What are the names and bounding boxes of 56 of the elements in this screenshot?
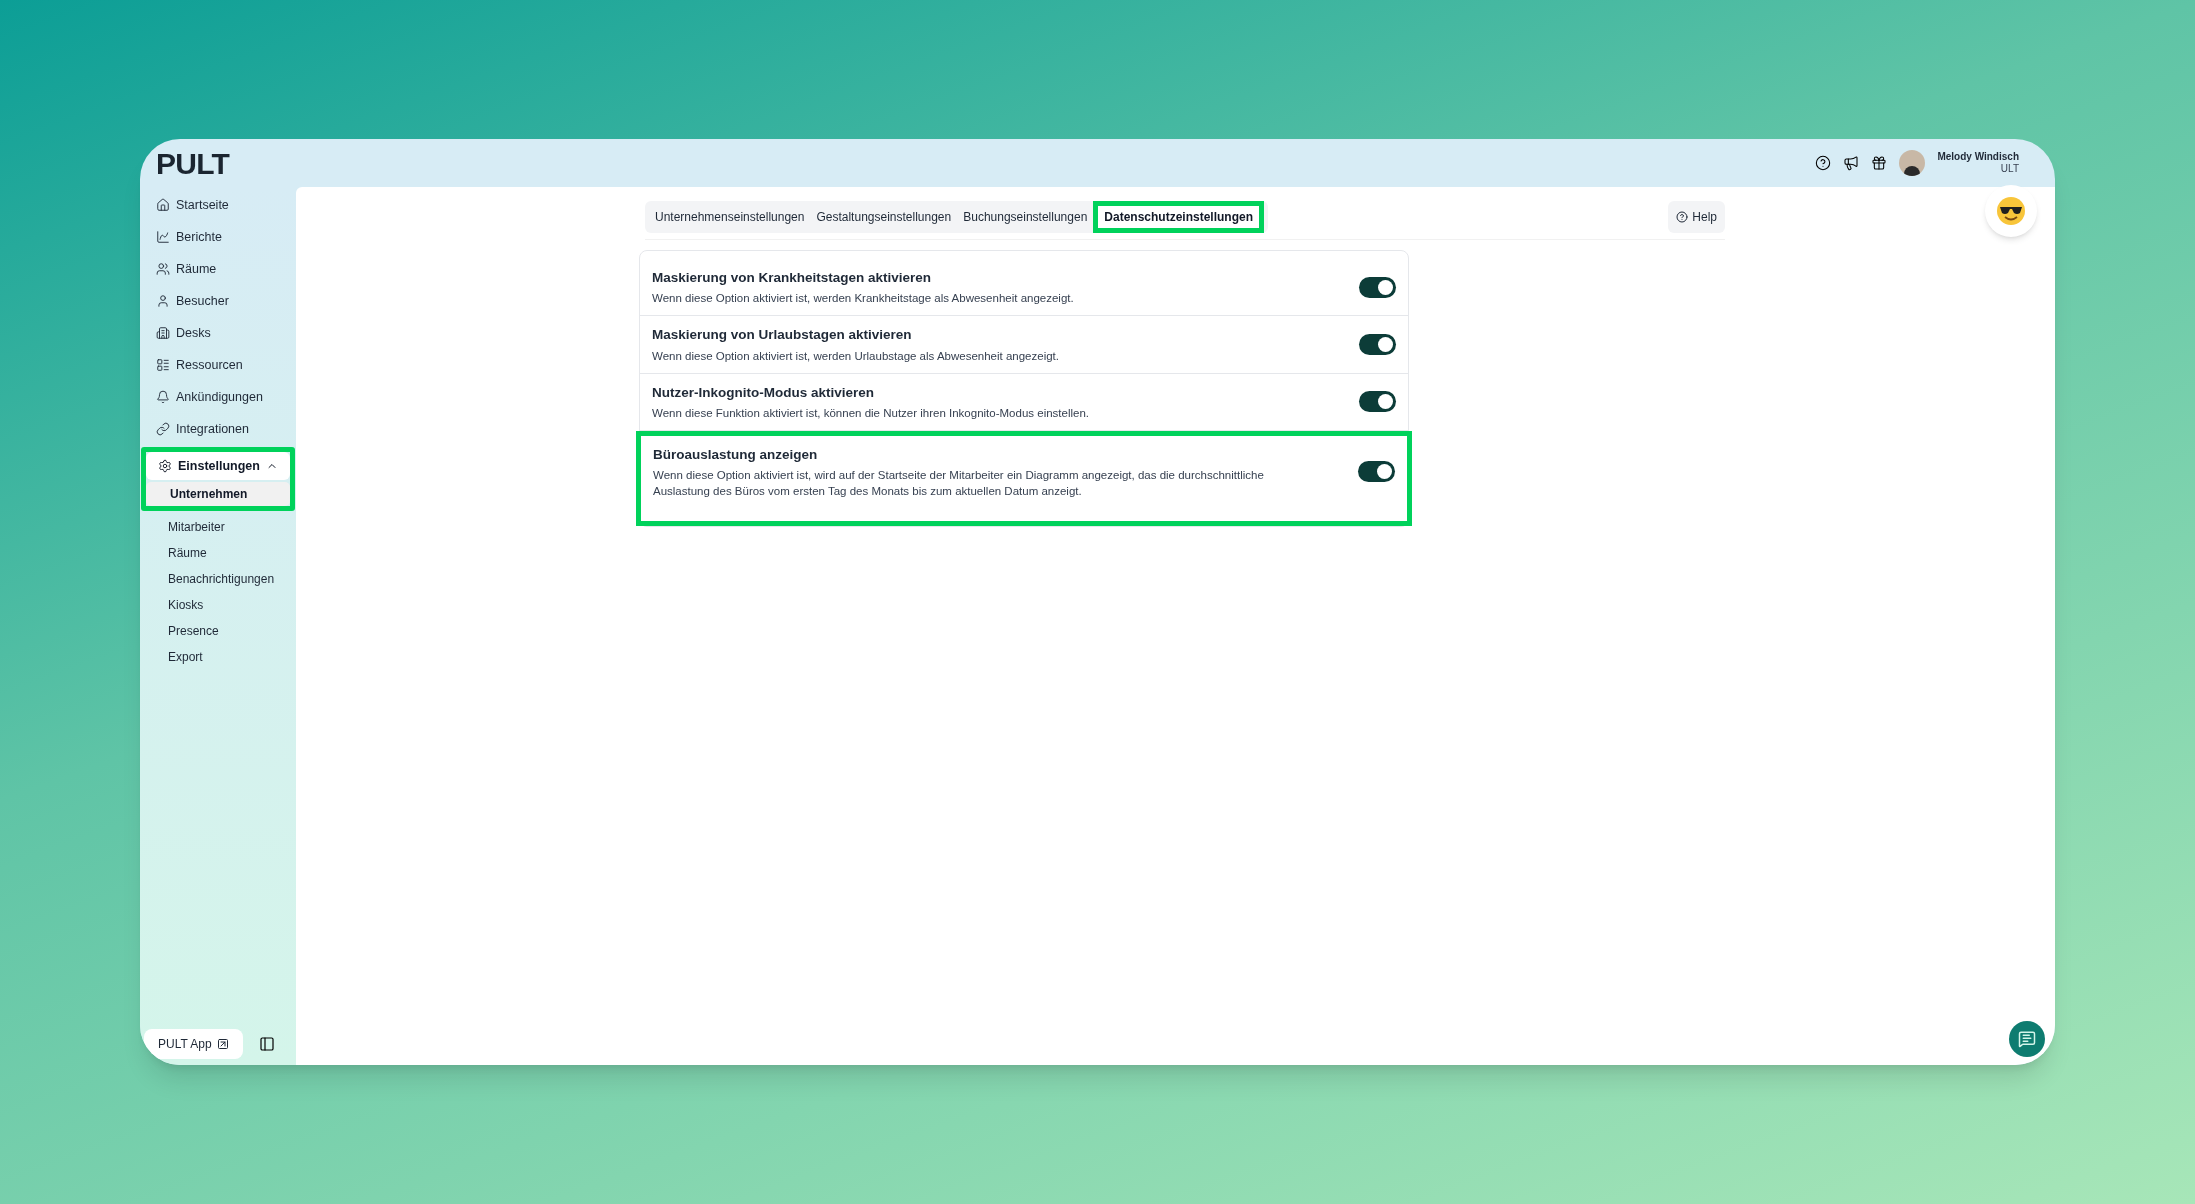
setting-description: Wenn diese Option aktiviert ist, wird auf der Startseite der Mitarbeiter ein Diagramm angezeigt, das die durchschnittliche Auslastung des Büros vom ersten Tag des Monats bis zum aktuellen Datum anzeigt.: [653, 468, 1265, 499]
tab[interactable]: Unternehmenseinstellungen: [649, 201, 811, 233]
toggle-switch[interactable]: [1359, 276, 1396, 298]
setting-title: Büroauslastung anzeigen: [653, 445, 819, 464]
logo: PULT: [156, 145, 230, 182]
list-icon: [156, 358, 170, 372]
sidebar-subitem[interactable]: Räume: [144, 541, 292, 565]
help-icon[interactable]: [1815, 155, 1832, 171]
toggle-switch[interactable]: [1359, 391, 1396, 413]
sidebar-item[interactable]: Einstellungen: [146, 452, 290, 480]
tab[interactable]: Gestaltungseinstellungen: [810, 201, 958, 233]
avatar[interactable]: [1899, 150, 1926, 176]
people-icon: [156, 262, 170, 276]
setting-title: Nutzer-Inkognito-Modus aktivieren: [652, 383, 875, 402]
panel-toggle-icon[interactable]: [258, 1036, 275, 1052]
user-name: Melody Windisch: [1937, 150, 2019, 163]
tab[interactable]: Buchungseinstellungen: [957, 201, 1094, 233]
tab[interactable]: Datenschutzeinstellungen: [1093, 201, 1264, 233]
help-button[interactable]: Help: [1668, 201, 1725, 233]
sidebar-subitem[interactable]: Export: [144, 645, 292, 669]
person-icon: [156, 294, 170, 308]
chat-button[interactable]: [2009, 1021, 2045, 1057]
chart-icon: [156, 230, 170, 244]
sidebar-item[interactable]: Räume: [144, 255, 292, 283]
sidebar-item[interactable]: Desks: [144, 319, 292, 347]
sidebar-item[interactable]: Integrationen: [144, 415, 292, 443]
setting-description: Wenn diese Option aktiviert ist, werden Urlaubstage als Abwesenheit angezeigt.: [652, 348, 1060, 364]
sunglasses-face-icon: [1996, 196, 2026, 226]
setting-title: Maskierung von Urlaubstagen aktivieren: [652, 326, 913, 345]
bell-icon: [156, 390, 170, 404]
sidebar-subitem[interactable]: Unternehmen: [146, 482, 290, 506]
setting-description: Wenn diese Option aktiviert ist, werden Krankheitstage als Abwesenheit angezeigt.: [652, 291, 1075, 307]
sidebar-subitem[interactable]: Kiosks: [144, 593, 292, 617]
megaphone-icon[interactable]: [1843, 155, 1860, 171]
sidebar-item[interactable]: Berichte: [144, 223, 292, 251]
sidebar-item[interactable]: Startseite: [144, 191, 292, 219]
settings-icon: [158, 459, 172, 473]
chat-icon: [2018, 1030, 2036, 1048]
house-icon: [156, 198, 170, 212]
user-subtitle: ULT: [2000, 163, 2019, 176]
sidebar-item[interactable]: Ankündigungen: [144, 383, 292, 411]
app-link-button[interactable]: PULT App: [144, 1029, 243, 1059]
sidebar-subitem[interactable]: Presence: [144, 619, 292, 643]
setting-description: Wenn diese Funktion aktiviert ist, können die Nutzer ihren Inkognito-Modus einstellen.: [652, 405, 1091, 421]
sidebar-subitem[interactable]: Mitarbeiter: [144, 515, 292, 539]
link-icon: [156, 422, 170, 436]
building-icon: [156, 326, 170, 340]
setting-title: Maskierung von Krankheitstagen aktivieren: [652, 269, 933, 287]
external-link-icon: [216, 1038, 229, 1050]
help-icon: [1676, 211, 1689, 223]
gift-icon[interactable]: [1871, 155, 1888, 171]
toggle-switch[interactable]: [1358, 461, 1395, 483]
sidebar-item[interactable]: Besucher: [144, 287, 292, 315]
sidebar-item[interactable]: Ressourcen: [144, 351, 292, 379]
sidebar-subitem[interactable]: Benachrichtigungen: [144, 567, 292, 591]
toggle-switch[interactable]: [1359, 333, 1396, 355]
